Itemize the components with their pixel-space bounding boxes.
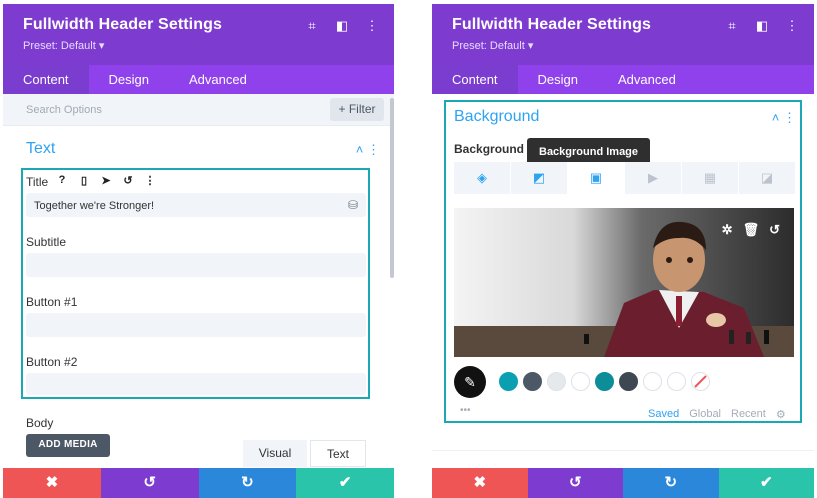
title-field-icons: ? ▯ ➤ ↺ ⋮ [51, 174, 161, 187]
swatch-light-gray[interactable] [547, 372, 566, 391]
settings-tabs: Content Design Advanced [3, 65, 394, 94]
body-label: Body [26, 416, 54, 430]
scrollbar[interactable] [390, 98, 394, 278]
button1-label: Button #1 [26, 295, 78, 309]
discard-button[interactable]: ✖ [432, 468, 528, 498]
tab-saved[interactable]: Saved [648, 408, 679, 421]
button2-input[interactable] [26, 373, 366, 395]
image-controls: ✲ 🗑 ↺ [722, 222, 780, 238]
tab-recent[interactable]: Recent [731, 408, 766, 421]
color-fill-icon[interactable]: ◈ [454, 162, 511, 194]
swatch-dark-teal[interactable] [595, 372, 614, 391]
background-label: Background [454, 142, 525, 156]
more-colors-icon[interactable]: ••• [460, 405, 471, 416]
redo-button[interactable]: ↻ [198, 468, 297, 498]
search-input[interactable]: Search Options [26, 104, 102, 116]
tab-design[interactable]: Design [518, 65, 598, 94]
help-icon[interactable]: ? [51, 174, 73, 187]
right-settings-panel: Fullwidth Header Settings Preset: Defaul… [432, 4, 814, 498]
expand-icon[interactable]: ⌗ [304, 18, 320, 34]
dynamic-content-icon[interactable]: ⛁ [348, 198, 358, 212]
title-value: Together we're Stronger! [34, 200, 155, 212]
pattern-icon[interactable]: ▦ [682, 162, 739, 194]
mobile-icon[interactable]: ▯ [73, 174, 95, 187]
swatch-white[interactable] [571, 372, 590, 391]
add-media-button[interactable]: ADD MEDIA [26, 434, 110, 457]
mask-icon[interactable]: ◪ [739, 162, 796, 194]
palette-tabs: Saved Global Recent ⚙ [648, 408, 786, 421]
undo-button[interactable]: ↺ [527, 468, 623, 498]
tab-advanced[interactable]: Advanced [598, 65, 696, 94]
color-picker-icon[interactable]: ✎ [454, 366, 486, 398]
tab-content[interactable]: Content [3, 65, 89, 94]
tab-design[interactable]: Design [89, 65, 169, 94]
undo-button[interactable]: ↺ [100, 468, 199, 498]
save-button[interactable]: ✔ [296, 468, 394, 498]
modal-header: Fullwidth Header Settings Preset: Defaul… [432, 4, 814, 65]
modal-footer: ✖ ↺ ↻ ✔ [432, 468, 814, 498]
palette-settings-icon[interactable]: ⚙ [776, 408, 786, 421]
header-icons: ⌗ ◧ ⋮ [304, 18, 380, 34]
tab-visual[interactable]: Visual [243, 440, 307, 467]
modal-title: Fullwidth Header Settings [452, 16, 651, 33]
image-icon[interactable]: ▣ [568, 162, 625, 194]
field-more-icon[interactable]: ⋮ [139, 174, 161, 187]
tab-content[interactable]: Content [432, 65, 518, 94]
button1-input[interactable] [26, 313, 366, 337]
modal-footer: ✖ ↺ ↻ ✔ [3, 468, 394, 498]
preset-selector[interactable]: Preset: Default ▾ [23, 39, 104, 52]
tab-global[interactable]: Global [689, 408, 721, 421]
subtitle-input[interactable] [26, 253, 366, 277]
discard-button[interactable]: ✖ [3, 468, 101, 498]
section-title-text[interactable]: Text [26, 140, 55, 158]
preset-selector[interactable]: Preset: Default ▾ [452, 39, 533, 52]
swatch-white-3[interactable] [667, 372, 686, 391]
subtitle-label: Subtitle [26, 235, 67, 249]
split-view-icon[interactable]: ◧ [754, 18, 770, 34]
divider [432, 450, 814, 451]
video-icon[interactable]: ▶ [625, 162, 682, 194]
more-options-icon[interactable]: ⋮ [364, 18, 380, 34]
tab-advanced[interactable]: Advanced [169, 65, 267, 94]
left-settings-panel: Fullwidth Header Settings Preset: Defaul… [3, 4, 394, 498]
swatch-teal[interactable] [499, 372, 518, 391]
button2-label: Button #2 [26, 355, 78, 369]
modal-title: Fullwidth Header Settings [23, 16, 222, 33]
section-title-background[interactable]: Background [454, 108, 539, 126]
settings-icon[interactable]: ✲ [722, 222, 733, 238]
title-input[interactable]: Together we're Stronger! ⛁ [26, 193, 366, 217]
save-button[interactable]: ✔ [718, 468, 814, 498]
swatch-none[interactable] [691, 372, 710, 391]
title-label: Title [26, 175, 49, 189]
modal-header: Fullwidth Header Settings Preset: Defaul… [3, 4, 394, 65]
swatch-white-2[interactable] [643, 372, 662, 391]
split-view-icon[interactable]: ◧ [334, 18, 350, 34]
swatch-charcoal[interactable] [619, 372, 638, 391]
filter-button[interactable]: + Filter [330, 98, 384, 121]
more-options-icon[interactable]: ⋮ [784, 18, 800, 34]
section-toggle-icon[interactable]: ˄ ⋮ [772, 110, 796, 126]
tab-text[interactable]: Text [310, 440, 366, 467]
background-type-tabs: ◈ ◩ ▣ ▶ ▦ ◪ [454, 162, 796, 194]
reset-icon[interactable]: ↺ [117, 174, 139, 187]
background-image-preview[interactable]: ✲ 🗑 ↺ [454, 208, 794, 357]
section-toggle-icon[interactable]: ˄ ⋮ [356, 142, 380, 158]
swatch-slate[interactable] [523, 372, 542, 391]
gradient-icon[interactable]: ◩ [511, 162, 568, 194]
settings-tabs: Content Design Advanced [432, 65, 814, 94]
search-bar: Search Options + Filter [3, 94, 394, 126]
expand-icon[interactable]: ⌗ [724, 18, 740, 34]
reset-icon[interactable]: ↺ [769, 222, 780, 238]
hover-icon[interactable]: ➤ [95, 174, 117, 187]
trash-icon[interactable]: 🗑 [743, 222, 760, 238]
header-icons: ⌗ ◧ ⋮ [724, 18, 800, 34]
redo-button[interactable]: ↻ [623, 468, 719, 498]
